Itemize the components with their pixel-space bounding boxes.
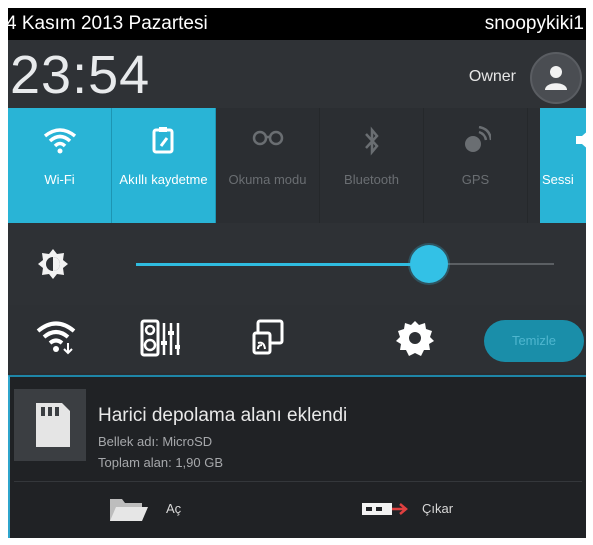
bluetooth-icon	[364, 126, 379, 156]
eject-action-label: Çıkar	[422, 501, 454, 516]
tile-bluetooth[interactable]: Bluetooth	[320, 108, 424, 223]
eject-action-button[interactable]: Çıkar	[360, 495, 500, 525]
gps-icon	[464, 125, 492, 152]
storage-notification[interactable]: Harici depolama alanı eklendi Bellek adı…	[8, 375, 586, 538]
smart-save-icon	[152, 127, 173, 154]
speaker-icon	[576, 132, 586, 148]
tile-gps[interactable]: GPS	[424, 108, 528, 223]
notification-title: Harici depolama alanı eklendi	[98, 405, 348, 426]
status-date: 4 Kasım 2013 Pazartesi	[8, 13, 208, 34]
brightness-slider-thumb[interactable]	[409, 245, 448, 283]
wifi-icon	[43, 128, 76, 154]
sd-card-icon	[36, 403, 70, 447]
clear-button[interactable]: Temizle	[484, 320, 584, 362]
owner-label[interactable]: Owner	[469, 68, 516, 86]
sd-card-icon-box	[14, 389, 86, 461]
brightness-slider-fill	[136, 263, 429, 266]
person-icon	[545, 66, 567, 90]
status-username: snoopykiki1	[484, 13, 584, 34]
glasses-icon	[252, 130, 283, 146]
eject-icon	[362, 503, 408, 515]
notification-shade: 4 Kasım 2013 Pazartesi snoopykiki1 23:54…	[8, 8, 586, 538]
tile-reading-mode[interactable]: Okuma modu	[216, 108, 320, 223]
open-action-button[interactable]: Aç	[108, 495, 228, 525]
tile-wifi[interactable]: Wi-Fi	[8, 108, 112, 223]
tile-silent[interactable]: Sessi	[540, 108, 586, 223]
avatar[interactable]	[530, 52, 582, 104]
tile-gps-label: GPS	[461, 172, 490, 187]
notification-memory-name: Bellek adı: MicroSD	[98, 434, 213, 449]
brightness-row	[8, 223, 586, 305]
tile-silent-label: Sessi	[542, 172, 574, 187]
clock: 23:54	[10, 45, 151, 105]
open-action-label: Aç	[166, 501, 182, 516]
screen-cast-icon[interactable]	[252, 319, 284, 355]
brightness-icon	[38, 249, 68, 279]
notification-divider	[14, 481, 582, 482]
tile-reading-mode-label: Okuma modu	[228, 172, 307, 187]
tile-bluetooth-label: Bluetooth	[344, 172, 399, 187]
settings-gear-icon[interactable]	[396, 319, 434, 357]
toggle-row: Temizle	[8, 305, 586, 373]
status-bar: 4 Kasım 2013 Pazartesi snoopykiki1	[8, 8, 586, 40]
notification-total-space: Toplam alan: 1,90 GB	[98, 455, 224, 470]
tile-smart-save-label: Akıllı kaydetme	[119, 172, 208, 187]
shade-header: 23:54 Owner	[8, 40, 586, 108]
folder-icon	[110, 499, 148, 521]
equalizer-icon[interactable]	[140, 319, 180, 359]
tile-wifi-label: Wi-Fi	[44, 172, 75, 187]
tile-smart-save[interactable]: Akıllı kaydetme	[112, 108, 216, 223]
quick-tiles: Wi-Fi Akıllı kaydetme Okuma modu Bluetoo…	[8, 108, 586, 223]
wifi-settings-icon[interactable]	[36, 319, 78, 355]
